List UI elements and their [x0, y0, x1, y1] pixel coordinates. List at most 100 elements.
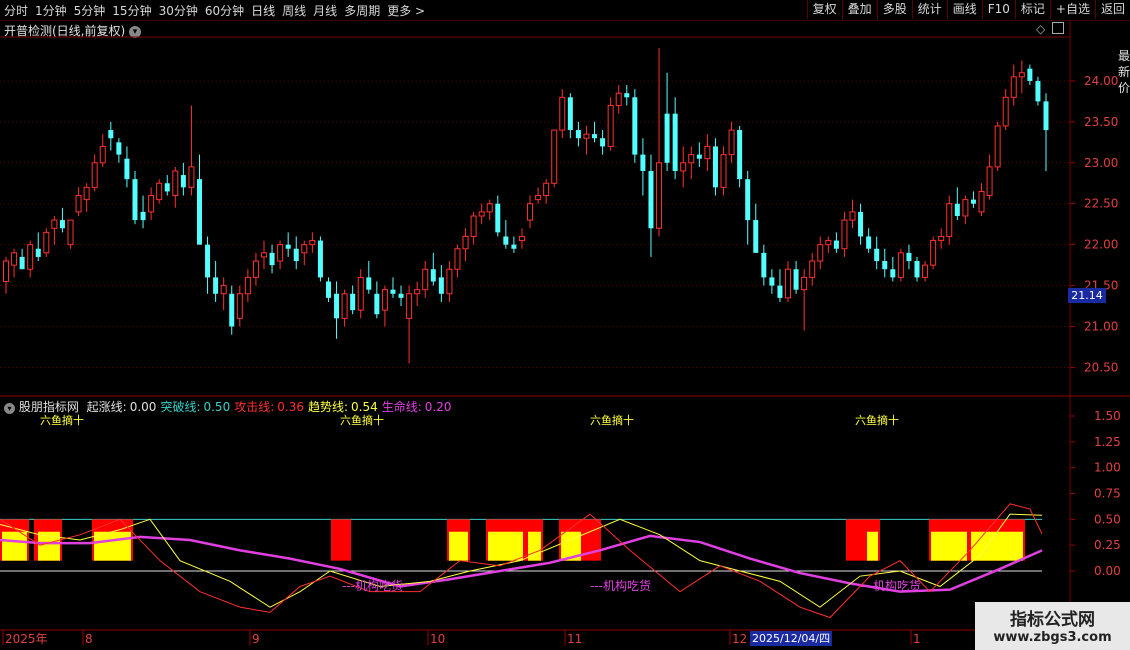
- candle-body-down: [350, 293, 356, 311]
- candle-body-up: [252, 260, 259, 278]
- side-text-char: 最: [1118, 49, 1130, 63]
- candle-body-down: [229, 293, 235, 327]
- date-label: 8: [85, 632, 93, 646]
- candle-body-up: [559, 96, 566, 131]
- candle-body-up: [357, 276, 364, 311]
- indicator-line-value: 0.54: [351, 400, 378, 414]
- indicator-line-value: 0.20: [424, 400, 452, 414]
- candle-body-up: [156, 182, 163, 201]
- indicator-header: ▾ 股朋指标网 起涨线: 0.00 突破线: 0.50 攻击线: 0.36 趋势线: 0.54…: [4, 398, 452, 415]
- date-label: 12: [732, 632, 747, 646]
- candle-body-up: [309, 240, 316, 246]
- candle-body-down: [777, 285, 783, 298]
- candle-body-down: [213, 277, 219, 294]
- candle-body-up: [1010, 76, 1017, 98]
- candle-body-down: [632, 97, 638, 155]
- candle-body-down: [592, 134, 598, 139]
- candle-body-up: [615, 92, 622, 106]
- candle-body-down: [124, 158, 130, 180]
- watermark-url: www.zbgs3.com: [993, 630, 1112, 645]
- signal-block-yellow: [94, 531, 131, 561]
- indicator-line-value: 0.00: [129, 400, 157, 414]
- date-label: 1: [913, 632, 921, 646]
- watermark-title: 指标公式网: [1010, 610, 1095, 630]
- price-tick-label: 23.00: [1084, 156, 1118, 170]
- candle-body-up: [1002, 96, 1009, 127]
- indicator-line-value: 0.36: [277, 400, 304, 414]
- candle-body-up: [446, 268, 453, 295]
- candle-body-up: [825, 240, 832, 246]
- candle-body-down: [858, 211, 864, 237]
- candle-body-up: [543, 182, 550, 197]
- candle-body-up: [470, 215, 477, 237]
- candle-body-down: [567, 97, 573, 131]
- candle-body-down: [35, 248, 41, 257]
- candle-body-down: [269, 252, 275, 266]
- candle-body-up: [946, 203, 953, 237]
- candle-body-down: [970, 199, 976, 204]
- candle-body-down: [696, 154, 702, 159]
- candle-body-down: [1043, 101, 1049, 131]
- candle-body-up: [43, 231, 50, 254]
- ind-tick-label: 1.25: [1094, 435, 1121, 449]
- candle-body-down: [374, 293, 380, 315]
- price-tick-label: 21.00: [1084, 320, 1118, 334]
- candle-body-down: [293, 248, 299, 262]
- current-price-tag: 21.14: [1068, 288, 1106, 303]
- candle-body-up: [1018, 72, 1025, 78]
- candle-body-down: [108, 130, 114, 139]
- watermark: 指标公式网 www.zbgs3.com: [975, 602, 1130, 650]
- signal-bottom-text: ---机构吃货: [342, 578, 403, 593]
- candle-body-down: [664, 113, 670, 163]
- candle-body-up: [148, 195, 155, 213]
- candle-body-up: [244, 276, 251, 295]
- candle-body-up: [67, 219, 74, 246]
- candle-body-up: [535, 195, 542, 201]
- signal-top-text: 六鱼摘十: [40, 413, 84, 427]
- candle-body-down: [398, 293, 404, 298]
- kline-chart[interactable]: 24.0023.5023.0022.5022.0021.5021.0020.50…: [0, 0, 1130, 650]
- candle-body-down: [882, 261, 888, 270]
- candle-body-down: [196, 179, 202, 245]
- candle-body-down: [672, 113, 678, 171]
- candle-body-down: [914, 261, 920, 278]
- candle-body-up: [462, 235, 469, 250]
- candle-body-up: [551, 129, 558, 184]
- candle-body-down: [205, 244, 211, 278]
- candle-body-down: [737, 130, 743, 180]
- candle-body-up: [720, 154, 727, 188]
- candle-body-up: [83, 186, 90, 201]
- ind-tick-label: 0.25: [1094, 538, 1121, 552]
- candle-body-down: [116, 142, 122, 155]
- candle-body-down: [600, 138, 606, 147]
- ind-tick-label: 0.00: [1094, 564, 1121, 578]
- candle-body-up: [527, 203, 534, 221]
- candle-body-up: [607, 104, 614, 147]
- candle-body-up: [381, 289, 388, 311]
- signal-block-yellow: [931, 531, 967, 561]
- price-tick-label: 20.50: [1084, 360, 1118, 374]
- candle-body-up: [785, 268, 792, 299]
- candle-body-down: [503, 236, 509, 245]
- candle-body-up: [188, 166, 195, 188]
- candle-body-up: [978, 190, 985, 213]
- candle-body-up: [414, 289, 421, 295]
- candle-body-down: [648, 170, 654, 229]
- candle-body-up: [422, 268, 429, 291]
- price-tick-label: 22.50: [1084, 197, 1118, 211]
- candle-body-down: [325, 281, 331, 298]
- chevron-down-icon[interactable]: ▾: [4, 403, 15, 414]
- signal-bottom-text: ---机构吃货: [860, 578, 921, 593]
- candle-body-down: [954, 203, 960, 216]
- candle-body-up: [801, 276, 808, 291]
- candle-body-down: [769, 277, 775, 286]
- indicator-line-value: 0.50: [203, 400, 231, 414]
- candle-body-up: [486, 203, 493, 213]
- candle-body-up: [922, 264, 929, 278]
- indicator-line-label: 攻击线:: [234, 400, 275, 414]
- signal-block-yellow: [867, 531, 878, 561]
- candle-body-up: [406, 293, 413, 319]
- candle-body-down: [59, 220, 65, 229]
- candle-body-up: [680, 162, 687, 172]
- candle-body-down: [906, 252, 912, 262]
